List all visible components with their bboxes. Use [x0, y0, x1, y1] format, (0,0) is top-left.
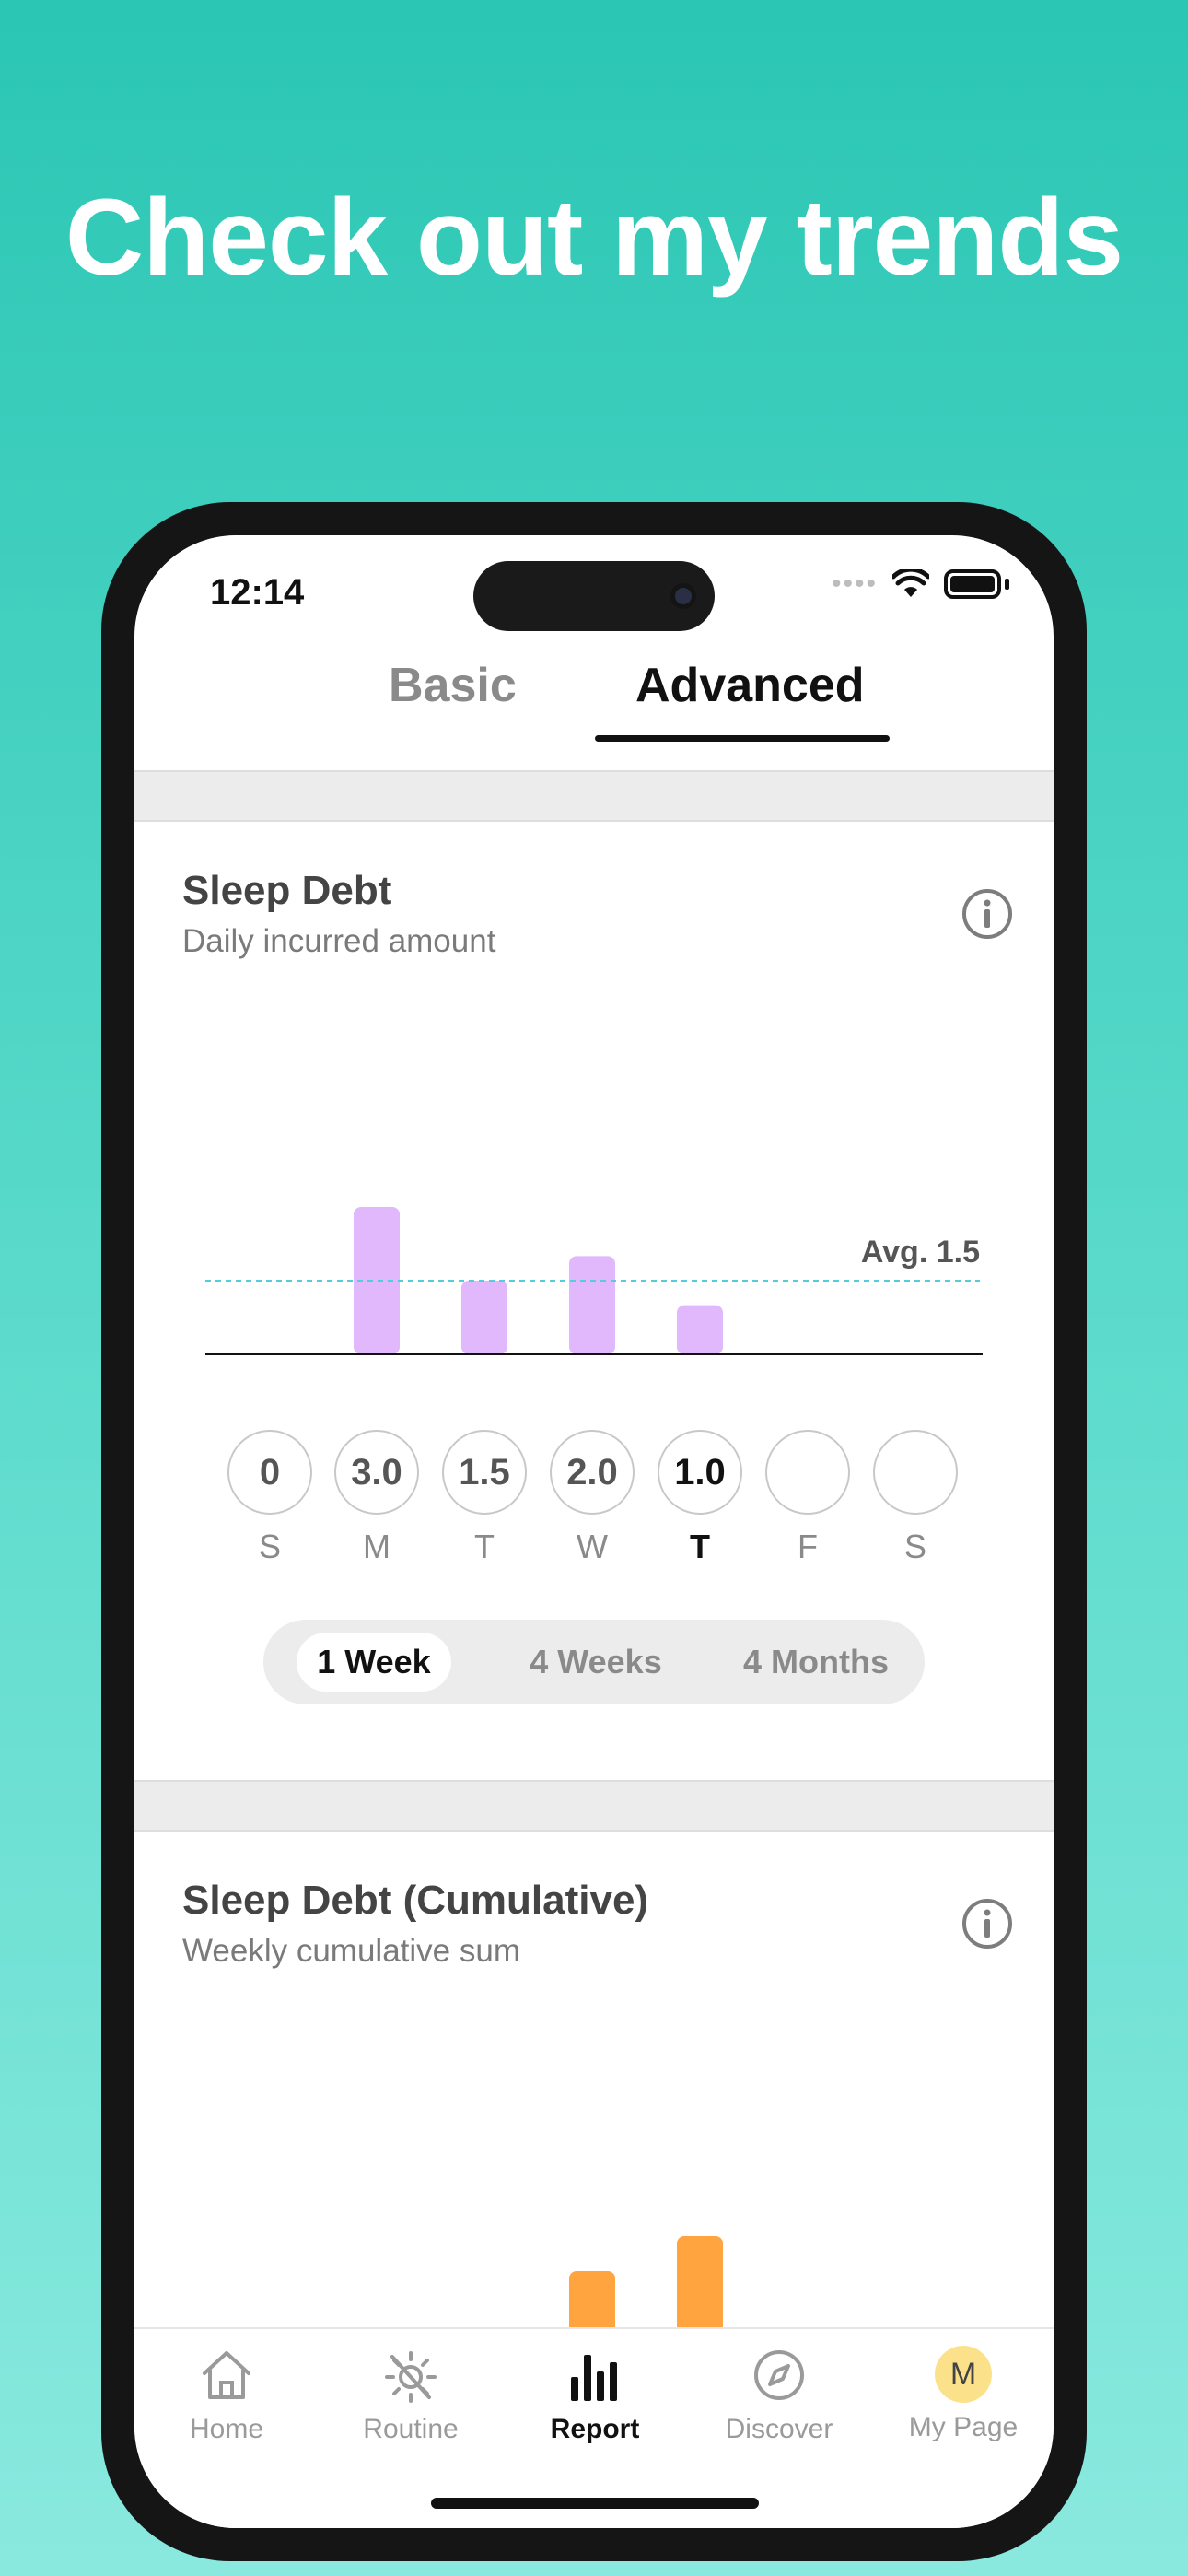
nav-label: Home — [189, 2414, 264, 2444]
section-divider — [134, 1780, 1054, 1832]
day-value-circle[interactable]: 1.0 — [658, 1430, 742, 1515]
cellular-signal-icon: •••• — [831, 568, 878, 599]
nav-label: My Page — [908, 2412, 1019, 2442]
wifi-icon — [892, 569, 929, 597]
sleep-debt-card: Sleep Debt Daily incurred amount Avg. 1.… — [134, 822, 1054, 1780]
day-letter: F — [798, 1528, 818, 1565]
day-letter: T — [474, 1528, 495, 1565]
app-screen: 12:14 •••• Basic Advanced Sleep Debt Dai… — [134, 535, 1054, 2528]
day-value-circle[interactable]: 1.5 — [442, 1430, 527, 1515]
bar — [461, 1281, 507, 1354]
average-label: Avg. 1.5 — [861, 1235, 980, 1270]
day-letter: S — [903, 1528, 926, 1565]
nav-home[interactable]: Home — [134, 2346, 319, 2445]
range-option-4-months[interactable]: 4 Months — [733, 1620, 899, 1704]
day-values-row: 0 S 3.0 M 1.5 T 2.0 W 1.0 T F S — [227, 1430, 963, 1577]
home-icon — [203, 2351, 250, 2399]
avatar: M — [935, 2346, 992, 2403]
day-value-circle[interactable]: 2.0 — [550, 1430, 635, 1515]
nav-my-page[interactable]: M My Page — [871, 2346, 1054, 2443]
day-value-circle[interactable]: 3.0 — [334, 1430, 419, 1515]
dynamic-island — [473, 561, 715, 631]
report-tabs: Basic Advanced — [134, 650, 1054, 770]
nav-discover[interactable]: Discover — [687, 2346, 871, 2445]
phone-frame: 12:14 •••• Basic Advanced Sleep Debt Dai… — [101, 502, 1087, 2561]
bar — [677, 1305, 723, 1354]
camera-icon — [670, 583, 696, 609]
status-time: 12:14 — [210, 572, 305, 613]
day-letter: S — [258, 1528, 281, 1565]
nav-label: Report — [550, 2414, 640, 2444]
range-option-1-week[interactable]: 1 Week — [297, 1633, 451, 1692]
cumulative-card: Sleep Debt (Cumulative) Weekly cumulativ… — [134, 1832, 1054, 2384]
cumulative-chart: Avg. 4.3 — [461, 2236, 980, 2384]
range-option-4-weeks[interactable]: 4 Weeks — [518, 1620, 674, 1704]
day-value-circle[interactable] — [873, 1430, 958, 1515]
routine-sun-icon — [385, 2351, 437, 2403]
report-bars-icon — [571, 2355, 617, 2401]
day-letter: W — [577, 1528, 608, 1565]
tab-active-indicator — [595, 735, 890, 742]
status-indicators: •••• — [832, 568, 1009, 600]
day-letter: T — [690, 1528, 710, 1565]
tab-advanced[interactable]: Advanced — [635, 658, 865, 713]
battery-icon — [944, 569, 1001, 599]
nav-report[interactable]: Report — [503, 2346, 687, 2445]
compass-icon — [754, 2350, 804, 2400]
day-value-circle[interactable] — [765, 1430, 850, 1515]
bar — [569, 1256, 615, 1354]
day-letter: M — [363, 1528, 390, 1565]
nav-label: Discover — [725, 2414, 833, 2444]
battery-cap — [1005, 579, 1009, 590]
bottom-nav: Home Routine Report Discover M My Page — [134, 2327, 1054, 2528]
nav-routine[interactable]: Routine — [319, 2346, 503, 2445]
headline: Check out my trends — [64, 177, 1124, 299]
range-selector: 1 Week 4 Weeks 4 Months — [263, 1620, 925, 1704]
day-value-circle[interactable]: 0 — [227, 1430, 312, 1515]
home-indicator — [431, 2498, 759, 2509]
section-divider — [134, 770, 1054, 822]
tab-basic[interactable]: Basic — [389, 658, 517, 713]
nav-label: Routine — [363, 2414, 459, 2444]
